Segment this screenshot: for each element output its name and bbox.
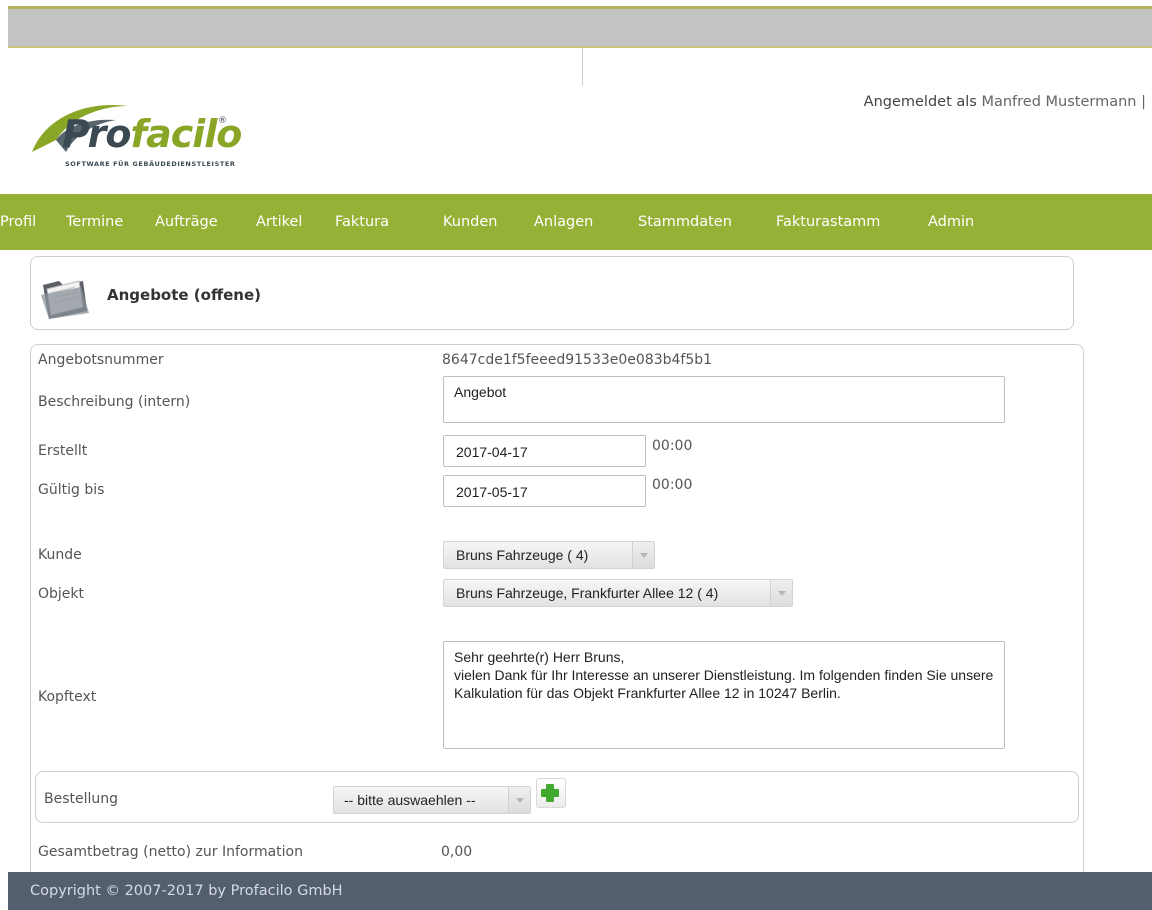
offer-form (30, 344, 1084, 910)
erstellt-time: 00:00 (652, 438, 693, 454)
bestellung-label: Bestellung (44, 791, 119, 807)
kopftext-textarea[interactable]: Sehr geehrte(r) Herr Bruns, vielen Dank … (443, 641, 1005, 749)
footer-copyright: Copyright © 2007-2017 by Profacilo GmbH (30, 883, 343, 899)
kunde-label: Kunde (38, 547, 82, 563)
logo-wordmark: Profacilo (62, 112, 242, 156)
page-header: Angebote (offene) (30, 256, 1074, 330)
bestellung-select-value: -- bitte auswaehlen -- (344, 792, 476, 808)
add-bestellung-button[interactable] (536, 778, 566, 808)
gueltig-date-input[interactable]: 2017-05-17 (443, 475, 646, 507)
objekt-select[interactable]: Bruns Fahrzeuge, Frankfurter Allee 12 ( … (443, 579, 793, 607)
nav-item-termine[interactable]: Termine (66, 214, 123, 230)
nav-item-admin[interactable]: Admin (928, 214, 974, 230)
gesamtbetrag-value: 0,00 (441, 844, 473, 860)
profacilo-logo[interactable]: Profacilo ® SOFTWARE FÜR GEBÄUDEDIENSTLE… (30, 96, 290, 176)
objekt-label: Objekt (38, 586, 85, 602)
nav-item-stammdaten[interactable]: Stammdaten (638, 214, 732, 230)
top-bar (8, 6, 1152, 48)
gueltig-time: 00:00 (652, 477, 693, 493)
erstellt-date-input[interactable]: 2017-04-17 (443, 435, 646, 467)
logo-brand-pro: Pro (62, 112, 132, 156)
nav-item-fakturastamm[interactable]: Fakturastamm (776, 214, 880, 230)
kunde-select-value: Bruns Fahrzeuge ( 4) (456, 547, 589, 563)
login-user[interactable]: Manfred Mustermann (981, 94, 1136, 110)
erstellt-label: Erstellt (38, 443, 88, 459)
login-separator: | (1141, 94, 1146, 110)
chevron-down-icon (632, 542, 654, 568)
main-nav: Profil Termine Aufträge Artikel Faktura … (0, 194, 1152, 250)
objekt-select-value: Bruns Fahrzeuge, Frankfurter Allee 12 ( … (456, 585, 719, 601)
nav-item-auftraege[interactable]: Aufträge (155, 214, 218, 230)
nav-item-anlagen[interactable]: Anlagen (534, 214, 593, 230)
kopftext-label: Kopftext (38, 689, 97, 705)
nav-item-kunden[interactable]: Kunden (443, 214, 497, 230)
beschreibung-textarea[interactable]: Angebot (443, 376, 1005, 423)
logo-tagline: SOFTWARE FÜR GEBÄUDEDIENSTLEISTER (65, 160, 236, 168)
footer: Copyright © 2007-2017 by Profacilo GmbH (8, 872, 1152, 910)
kunde-select[interactable]: Bruns Fahrzeuge ( 4) (443, 541, 655, 569)
angebotsnummer-label: Angebotsnummer (38, 352, 164, 368)
beschreibung-label: Beschreibung (intern) (38, 394, 191, 410)
page-title: Angebote (offene) (107, 286, 261, 304)
logo-registered: ® (218, 116, 227, 126)
gueltig-label: Gültig bis (38, 482, 105, 498)
gesamtbetrag-label: Gesamtbetrag (netto) zur Information (38, 844, 303, 860)
login-prefix: Angemeldet als (863, 94, 977, 110)
nav-item-profil[interactable]: Profil (0, 214, 36, 230)
bestellung-select[interactable]: -- bitte auswaehlen -- (333, 786, 531, 814)
divider (582, 48, 583, 86)
login-status: Angemeldet als Manfred Mustermann | (864, 94, 1146, 110)
angebotsnummer-value: 8647cde1f5feeed91533e0e083b4f5b1 (442, 352, 713, 368)
nav-item-faktura[interactable]: Faktura (335, 214, 389, 230)
chevron-down-icon (508, 787, 530, 813)
folder-icon (41, 280, 89, 319)
chevron-down-icon (770, 580, 792, 606)
nav-item-artikel[interactable]: Artikel (256, 214, 302, 230)
